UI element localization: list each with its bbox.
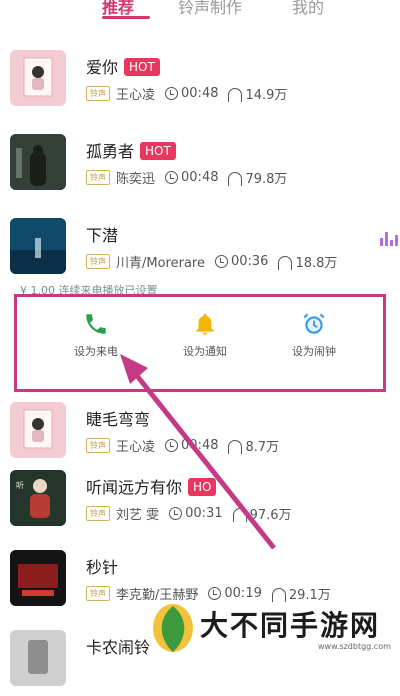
song-meta: 铃声 刘艺 雯 00:31 97.6万	[86, 504, 292, 523]
watermark-url: www.szdbtgg.com	[318, 642, 391, 651]
duration: 00:36	[230, 254, 269, 269]
song-title: 听闻远方有你 HO	[86, 474, 217, 498]
artist-name: 王心凌	[116, 88, 156, 103]
action-label: 设为通知	[183, 345, 227, 358]
leaf-logo-icon	[153, 604, 193, 652]
song-meta: 铃声 川青/Morerare 00:36 18.8万	[86, 252, 337, 271]
duration: 00:31	[185, 506, 223, 521]
artist-name: 刘艺 雯	[116, 508, 160, 523]
tab-bar: 推荐 铃声制作 我的	[0, 0, 400, 20]
play-count: 18.8万	[295, 256, 338, 271]
tab-ringtone-making[interactable]: 铃声制作	[178, 0, 242, 18]
artist-name: 陈奕迅	[116, 172, 156, 187]
ringtone-tag: 铃声	[86, 254, 110, 269]
ringtone-action-bar: 设为来电 设为通知 设为闹钟	[14, 294, 386, 392]
ringtone-tag: 铃声	[86, 170, 110, 185]
album-cover	[10, 134, 66, 190]
set-as-alarm-button[interactable]: 设为闹钟	[269, 311, 359, 359]
ringtone-tag: 铃声	[86, 506, 110, 521]
song-title: 下潜	[86, 226, 119, 245]
song-row[interactable]: 孤勇者 HOT 铃声 陈奕迅 00:48 79.8万	[0, 124, 400, 200]
album-cover	[10, 402, 66, 458]
ringtone-tag: 铃声	[86, 438, 110, 453]
song-meta: 铃声 陈奕迅 00:48 79.8万	[86, 168, 287, 187]
ringtone-tag: 铃声	[86, 586, 110, 601]
song-row[interactable]: 睫毛弯弯 铃声 王心凌 00:48 8.7万	[0, 392, 400, 468]
ringtone-tag: 铃声	[86, 86, 110, 101]
headphones-icon	[232, 507, 247, 522]
song-row[interactable]: 下潜 铃声 川青/Morerare 00:36 18.8万	[0, 208, 400, 284]
song-title: 孤勇者 HOT	[86, 138, 176, 162]
song-title: 睫毛弯弯	[86, 410, 151, 429]
duration: 00:48	[181, 438, 219, 453]
active-tab-indicator	[102, 16, 150, 19]
song-row[interactable]: 爱你 HOT 铃声 王心凌 00:48 14.9万	[0, 40, 400, 116]
site-watermark: 大不同手游网 www.szdbtgg.com	[148, 598, 400, 657]
phone-icon	[86, 314, 106, 334]
song-title: 爱你 HOT	[86, 54, 160, 78]
headphones-icon	[228, 87, 243, 102]
set-as-ringtone-button[interactable]: 设为来电	[51, 311, 141, 359]
duration: 00:48	[181, 86, 219, 101]
svg-text:听: 听	[16, 481, 24, 490]
bell-icon	[196, 313, 214, 335]
tab-mine[interactable]: 我的	[292, 0, 324, 18]
play-count: 8.7万	[245, 440, 280, 455]
headphones-icon	[228, 171, 243, 186]
set-as-notification-button[interactable]: 设为通知	[160, 311, 250, 359]
action-label: 设为闹钟	[292, 345, 336, 358]
album-cover: 听	[10, 470, 66, 526]
clock-icon	[169, 507, 183, 520]
headphones-icon	[278, 255, 293, 270]
song-row[interactable]: 听 听闻远方有你 HO 铃声 刘艺 雯 00:31 97.6万	[0, 460, 400, 536]
album-cover	[10, 50, 66, 106]
song-title: 卡农闹铃	[86, 638, 151, 657]
hot-badge: HO	[188, 478, 217, 496]
headphones-icon	[228, 439, 243, 454]
song-meta: 铃声 王心凌 00:48 14.9万	[86, 84, 287, 103]
clock-icon	[214, 255, 228, 268]
song-meta: 铃声 王心凌 00:48 8.7万	[86, 436, 279, 455]
play-count: 97.6万	[249, 508, 292, 523]
album-cover	[10, 550, 66, 606]
album-cover	[10, 218, 66, 274]
play-count: 14.9万	[245, 88, 288, 103]
artist-name: 川青/Morerare	[116, 256, 205, 271]
duration: 00:48	[181, 170, 219, 185]
clock-icon	[165, 171, 179, 184]
alarm-clock-icon	[303, 313, 325, 334]
artist-name: 王心凌	[116, 440, 156, 455]
clock-icon	[165, 439, 179, 452]
action-label: 设为来电	[74, 345, 118, 358]
hot-badge: HOT	[140, 142, 176, 160]
watermark-text: 大不同手游网	[200, 609, 381, 642]
album-cover	[10, 630, 66, 686]
playing-equalizer-icon	[380, 232, 398, 246]
play-count: 79.8万	[245, 172, 288, 187]
hot-badge: HOT	[124, 58, 160, 76]
song-title: 秒针	[86, 558, 119, 577]
clock-icon	[165, 87, 179, 100]
